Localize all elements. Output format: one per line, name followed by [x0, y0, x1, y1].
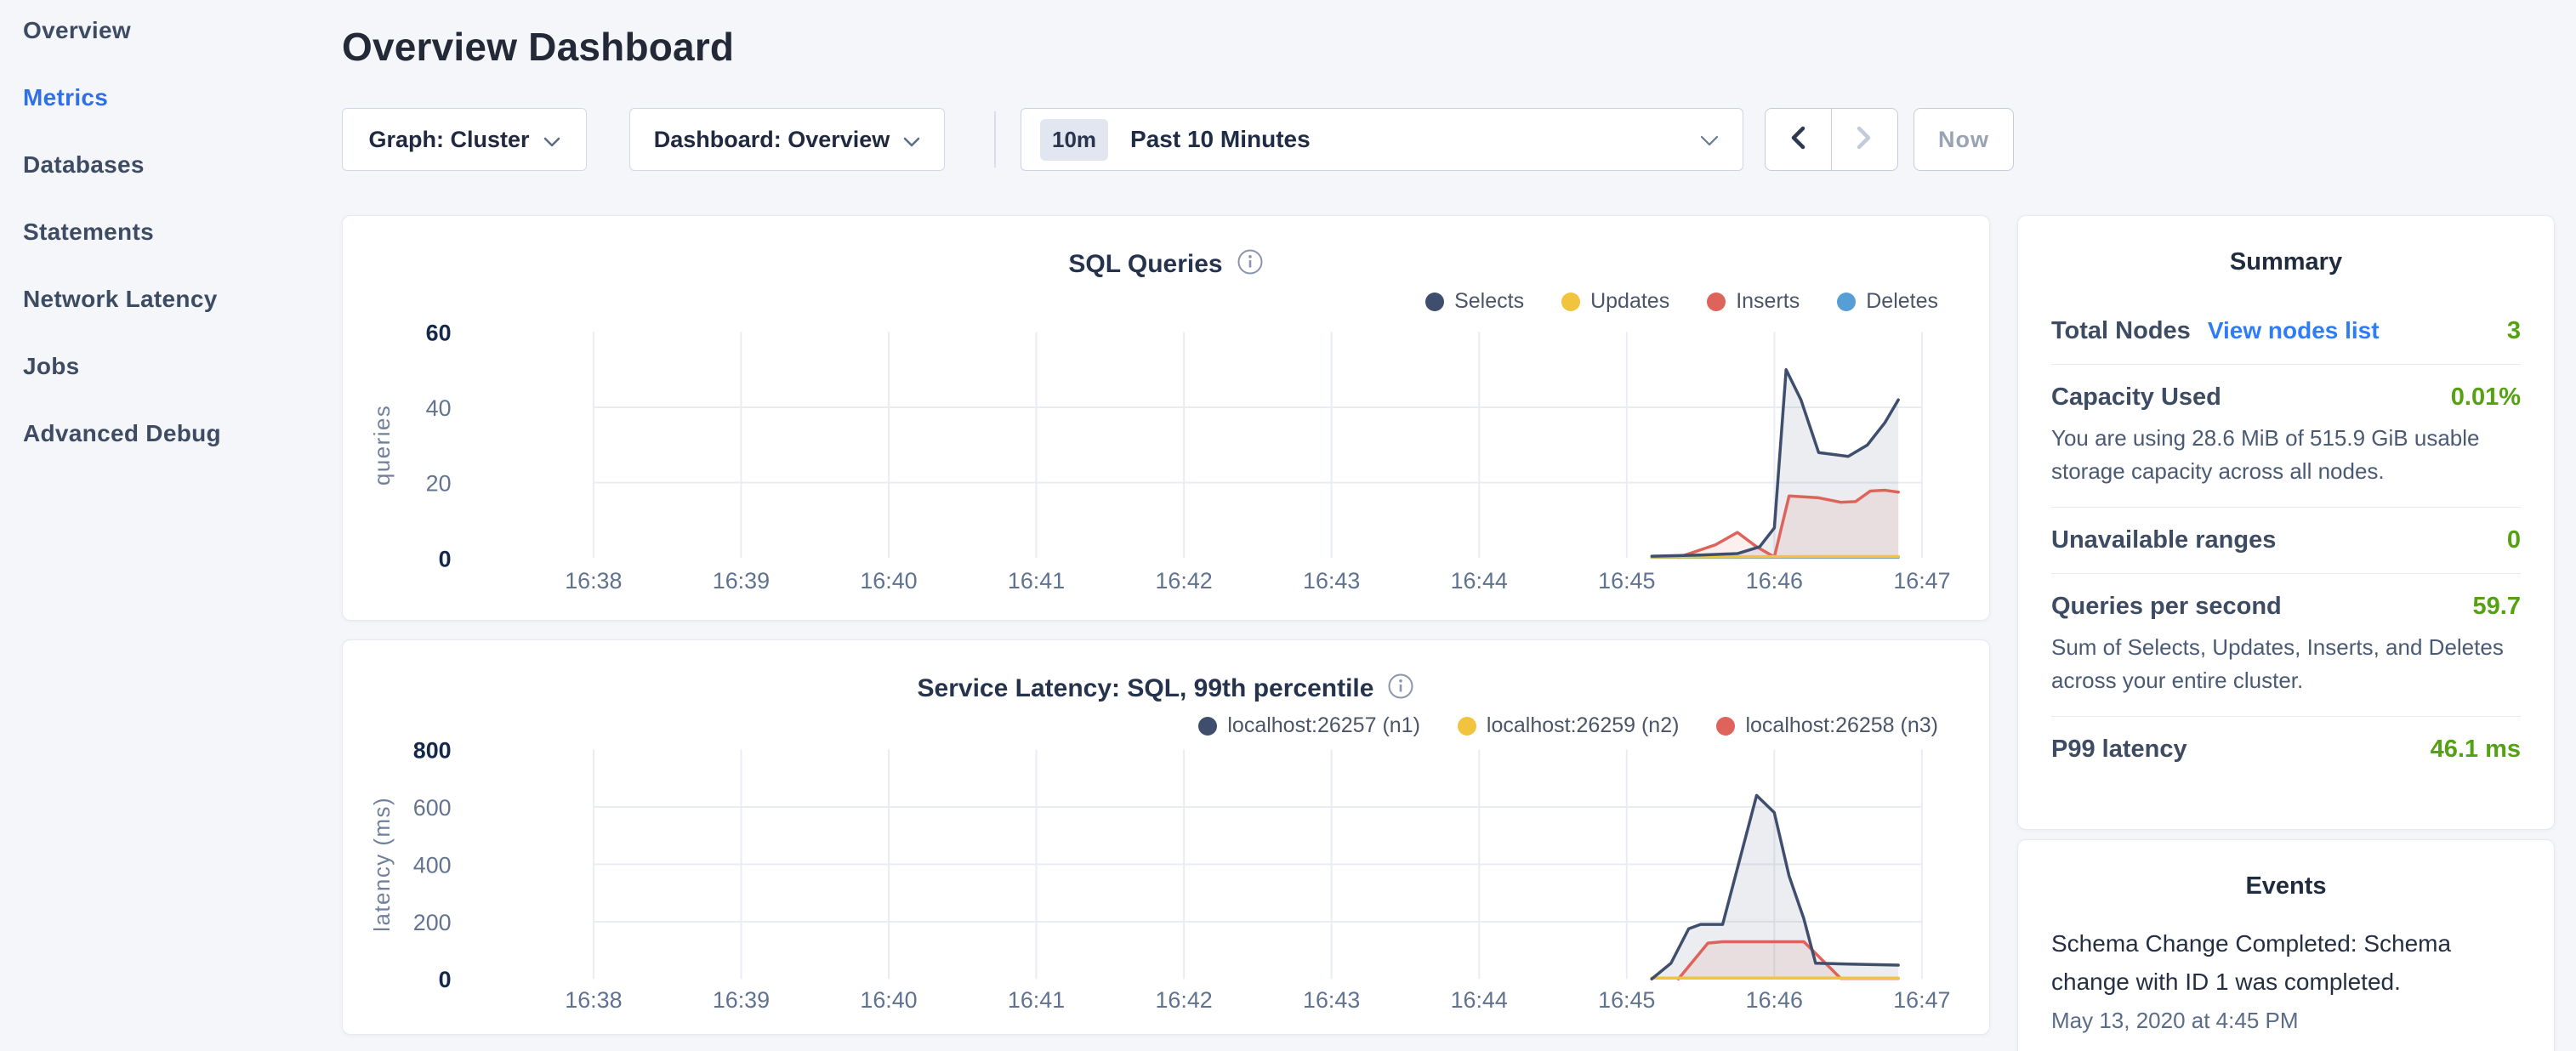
sidebar-item-statements[interactable]: Statements	[23, 220, 312, 244]
event-timestamp: May 13, 2020 at 4:45 PM	[2051, 1008, 2521, 1034]
capacity-used-label: Capacity Used	[2051, 383, 2221, 412]
graph-scope-dropdown[interactable]: Graph: Cluster	[342, 108, 587, 171]
toolbar-divider	[994, 111, 996, 168]
sidebar-item-advanced-debug[interactable]: Advanced Debug	[23, 422, 312, 446]
time-range-badge: 10m	[1040, 119, 1108, 161]
view-nodes-list-link[interactable]: View nodes list	[2208, 317, 2380, 344]
svg-text:16:45: 16:45	[1598, 987, 1655, 1013]
svg-text:16:42: 16:42	[1155, 987, 1212, 1013]
svg-text:16:43: 16:43	[1303, 987, 1360, 1013]
svg-text:16:39: 16:39	[713, 987, 770, 1013]
service-latency-chart-card: Service Latency: SQL, 99th percentile lo…	[342, 639, 1990, 1035]
event-list-item[interactable]: Schema Change Completed: Schema change w…	[2051, 924, 2521, 1034]
svg-text:40: 40	[426, 395, 452, 421]
total-nodes-label: Total Nodes	[2051, 317, 2191, 345]
sidebar-item-network-latency[interactable]: Network Latency	[23, 287, 312, 311]
svg-text:16:45: 16:45	[1598, 568, 1655, 594]
svg-text:16:42: 16:42	[1155, 568, 1212, 594]
dashboard-dropdown[interactable]: Dashboard: Overview	[629, 108, 945, 171]
svg-text:16:38: 16:38	[565, 568, 622, 594]
time-step-back-button[interactable]	[1766, 109, 1832, 170]
p99-latency-value: 46.1 ms	[2431, 736, 2521, 764]
event-message: Schema Change Completed: Schema change w…	[2051, 924, 2521, 1001]
capacity-used-value: 0.01%	[2451, 383, 2521, 412]
time-step-buttons	[1765, 108, 1898, 171]
chevron-down-icon	[903, 127, 920, 153]
queries-per-second-label: Queries per second	[2051, 593, 2282, 621]
summary-panel: Summary Total Nodes View nodes list 3 Ca…	[2017, 215, 2555, 830]
svg-text:800: 800	[413, 737, 452, 763]
total-nodes-value: 3	[2507, 317, 2521, 345]
svg-text:16:44: 16:44	[1451, 568, 1508, 594]
svg-text:16:41: 16:41	[1008, 568, 1065, 594]
p99-latency-label: P99 latency	[2051, 736, 2187, 764]
svg-text:16:40: 16:40	[860, 987, 917, 1013]
sidebar-item-metrics[interactable]: Metrics	[23, 86, 312, 110]
graph-scope-dropdown-label: Graph: Cluster	[368, 127, 529, 153]
chevron-down-icon	[543, 127, 560, 153]
svg-text:16:40: 16:40	[860, 568, 917, 594]
unavailable-ranges-value: 0	[2507, 526, 2521, 554]
svg-text:16:39: 16:39	[713, 568, 770, 594]
queries-per-second-value: 59.7	[2473, 593, 2521, 621]
svg-text:16:46: 16:46	[1746, 987, 1803, 1013]
sql-queries-chart-card: SQL Queries SelectsUpdatesInsertsDeletes…	[342, 215, 1990, 621]
svg-text:600: 600	[413, 795, 452, 821]
svg-text:latency (ms): latency (ms)	[371, 797, 395, 932]
service-latency-plot-area[interactable]: 16:38 16:39 16:40 16:41 16:42 16:43 16:44 16:45…	[343, 640, 1989, 1034]
unavailable-ranges-label: Unavailable ranges	[2051, 526, 2276, 554]
capacity-used-description: You are using 28.6 MiB of 515.9 GiB usab…	[2051, 422, 2521, 488]
svg-text:0: 0	[439, 967, 452, 992]
svg-text:16:43: 16:43	[1303, 568, 1360, 594]
sidebar-item-jobs[interactable]: Jobs	[23, 355, 312, 378]
page-title: Overview Dashboard	[342, 24, 734, 70]
chevron-down-icon	[1700, 135, 1719, 151]
dashboard-dropdown-label: Dashboard: Overview	[654, 127, 890, 153]
events-heading: Events	[2018, 872, 2554, 900]
queries-per-second-description: Sum of Selects, Updates, Inserts, and De…	[2051, 631, 2521, 697]
chevron-left-icon	[1790, 126, 1805, 154]
svg-text:16:46: 16:46	[1746, 568, 1803, 594]
time-range-selector[interactable]: 10m Past 10 Minutes	[1021, 108, 1743, 171]
sidebar-nav: Overview Metrics Databases Statements Networ…	[23, 19, 312, 489]
svg-text:16:47: 16:47	[1893, 568, 1950, 594]
svg-text:200: 200	[413, 910, 452, 935]
svg-text:0: 0	[439, 546, 452, 571]
time-range-label: Past 10 Minutes	[1130, 126, 1311, 153]
svg-text:16:38: 16:38	[565, 987, 622, 1013]
now-button[interactable]: Now	[1914, 108, 2014, 171]
sidebar-item-overview[interactable]: Overview	[23, 19, 312, 43]
sql-queries-plot-area[interactable]: 16:38 16:39 16:40 16:41 16:42 16:43 16:44 16:45…	[343, 216, 1989, 620]
sidebar-item-databases[interactable]: Databases	[23, 153, 312, 177]
svg-text:16:47: 16:47	[1893, 987, 1950, 1013]
chevron-right-icon	[1857, 126, 1872, 154]
time-step-forward-button[interactable]	[1832, 109, 1898, 170]
svg-text:16:44: 16:44	[1451, 987, 1508, 1013]
svg-text:queries: queries	[371, 405, 395, 486]
summary-heading: Summary	[2018, 248, 2554, 276]
svg-text:16:41: 16:41	[1008, 987, 1065, 1013]
events-panel: Events Schema Change Completed: Schema c…	[2017, 839, 2555, 1051]
svg-text:20: 20	[426, 471, 452, 497]
svg-text:400: 400	[413, 852, 452, 878]
svg-text:60: 60	[426, 320, 452, 345]
